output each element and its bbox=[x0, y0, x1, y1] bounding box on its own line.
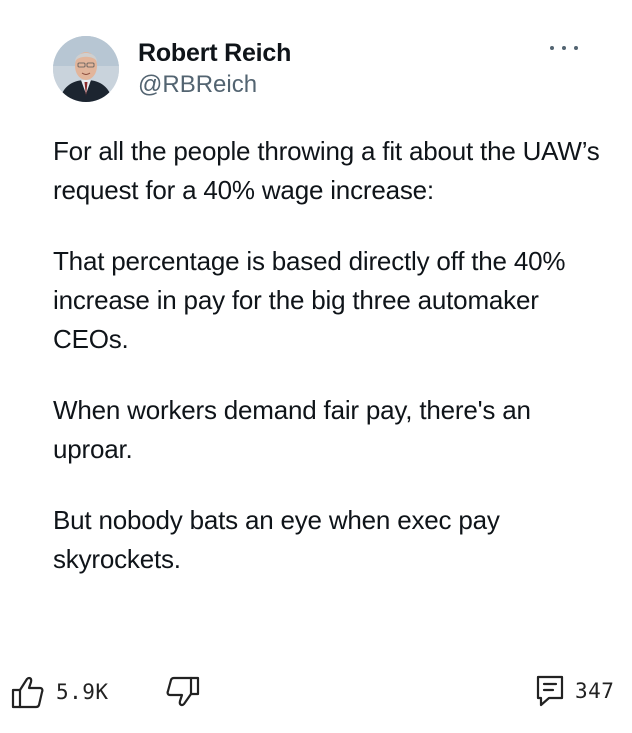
upvote-count: 5.9K bbox=[56, 680, 109, 704]
tweet-paragraph: For all the people throwing a fit about … bbox=[53, 136, 600, 205]
author-names: Robert Reich @RBReich bbox=[138, 38, 291, 100]
thumbs-up-icon bbox=[11, 676, 44, 709]
more-dot bbox=[550, 46, 554, 50]
more-dot bbox=[562, 46, 566, 50]
comment-icon bbox=[536, 675, 564, 707]
avatar[interactable] bbox=[53, 36, 119, 102]
more-options-icon[interactable] bbox=[550, 40, 578, 56]
more-dot bbox=[574, 46, 578, 50]
comment-count: 347 bbox=[575, 679, 615, 703]
upvote-button[interactable]: 5.9K bbox=[10, 674, 109, 710]
tweet-text: For all the people throwing a fit about … bbox=[53, 132, 613, 611]
tweet-header: Robert Reich @RBReich bbox=[53, 36, 578, 102]
avatar-image bbox=[53, 36, 119, 102]
tweet-paragraph: That percentage is based directly off th… bbox=[53, 246, 566, 354]
author-display-name[interactable]: Robert Reich bbox=[138, 38, 291, 68]
tweet-paragraph: When workers demand fair pay, there's an… bbox=[53, 395, 531, 464]
tweet-paragraph: But nobody bats an eye when exec pay sky… bbox=[53, 505, 500, 574]
thumbs-down-icon bbox=[166, 676, 200, 707]
action-bar: 5.9K 347 bbox=[0, 666, 632, 716]
downvote-button[interactable] bbox=[163, 674, 201, 708]
author-handle[interactable]: @RBReich bbox=[138, 70, 291, 100]
comment-button[interactable]: 347 bbox=[535, 674, 614, 708]
